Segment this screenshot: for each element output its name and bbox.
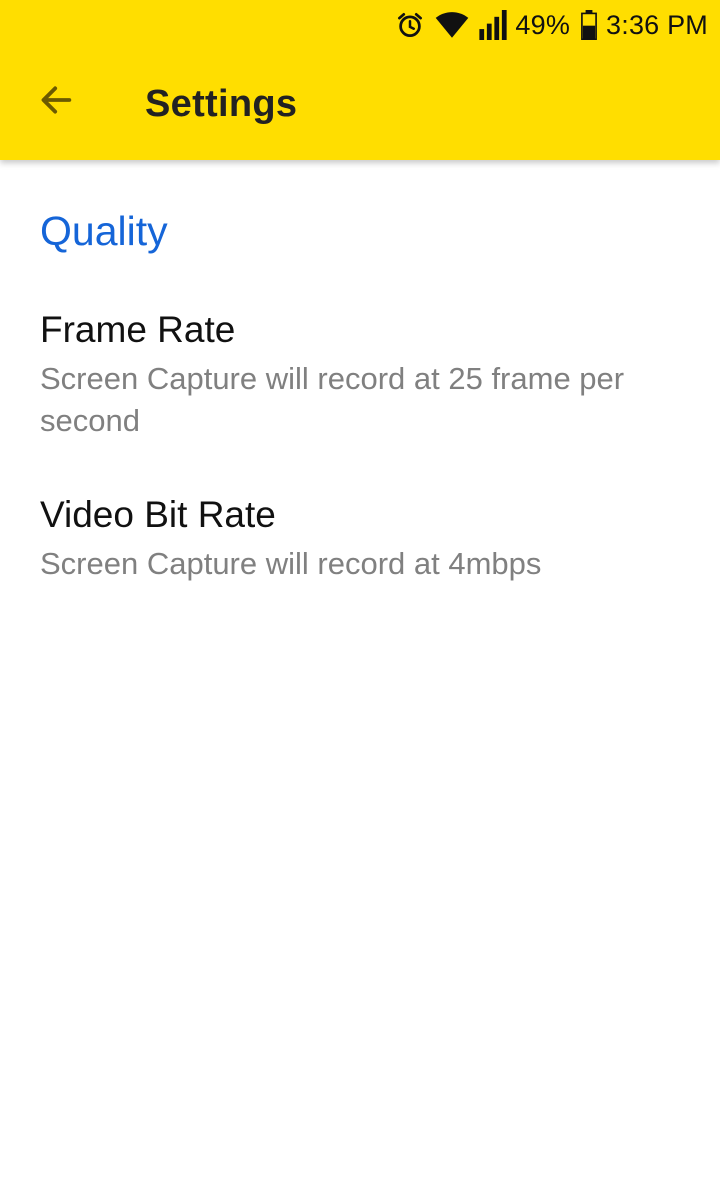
settings-screen: 49% 3:36 PM Settings Quality Frame Rate … bbox=[0, 0, 720, 1199]
status-bar: 49% 3:36 PM bbox=[0, 0, 720, 50]
page-title: Settings bbox=[145, 83, 298, 125]
preference-summary: Screen Capture will record at 4mbps bbox=[40, 546, 542, 581]
status-time: 3:36 PM bbox=[606, 9, 708, 40]
video-bit-rate-preference[interactable]: Video Bit Rate Screen Capture will recor… bbox=[0, 493, 720, 585]
frame-rate-preference[interactable]: Frame Rate Screen Capture will record at… bbox=[0, 308, 720, 442]
preference-summary: Screen Capture will record at 25 frame p… bbox=[40, 361, 625, 438]
preference-title: Video Bit Rate bbox=[40, 494, 276, 535]
app-bar: 49% 3:36 PM Settings bbox=[0, 0, 720, 160]
arrow-back-icon bbox=[36, 80, 76, 125]
alarm-icon bbox=[395, 10, 425, 40]
battery-icon bbox=[580, 10, 598, 40]
wifi-icon bbox=[435, 10, 469, 40]
battery-percent: 49% bbox=[515, 9, 571, 40]
preference-title: Frame Rate bbox=[40, 309, 236, 350]
toolbar: Settings bbox=[0, 50, 720, 160]
signal-icon bbox=[479, 10, 508, 40]
category-title-quality: Quality bbox=[40, 208, 168, 254]
back-button[interactable] bbox=[24, 70, 88, 134]
